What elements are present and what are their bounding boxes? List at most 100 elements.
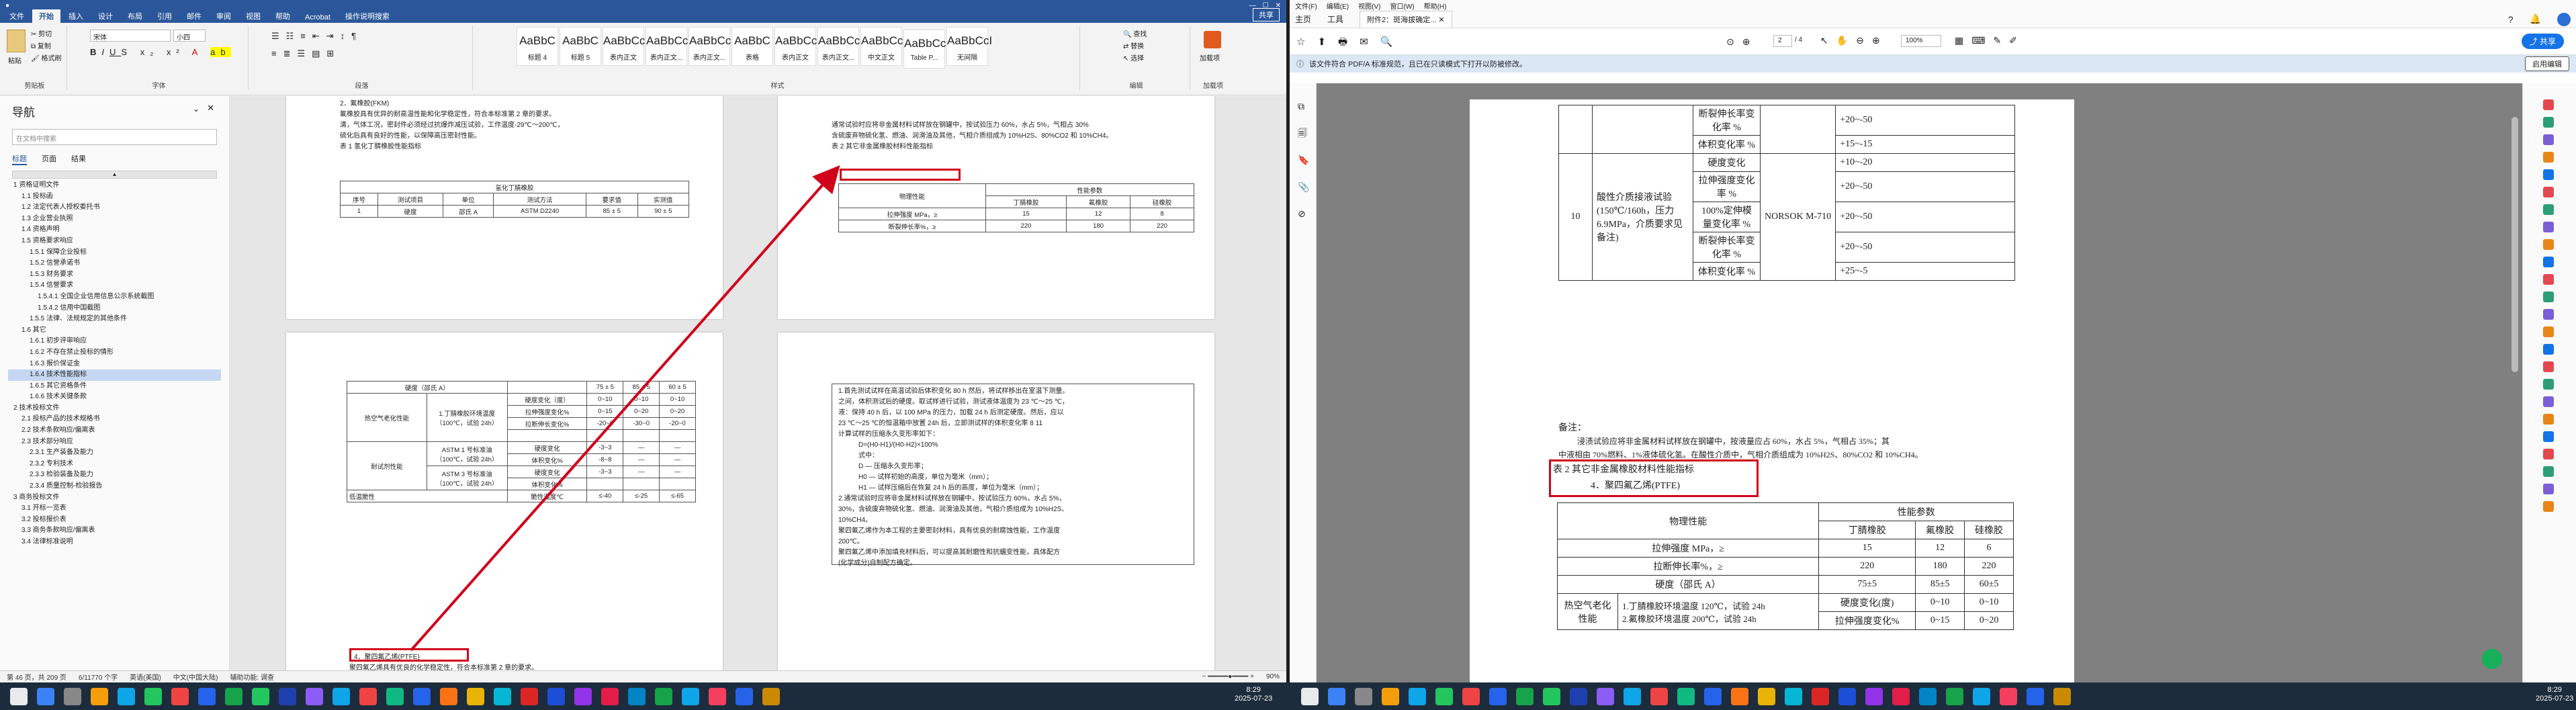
tool-icon[interactable] (2543, 379, 2554, 390)
status-zoom[interactable]: 90% (1266, 673, 1280, 680)
tool-icon[interactable] (2543, 414, 2554, 425)
tool-icon[interactable] (2543, 169, 2554, 180)
taskbar-app-icon[interactable] (628, 687, 646, 705)
view-tool-icons[interactable]: ↖✋⊖⊕ (1820, 35, 1888, 46)
taskbar-app-icon[interactable] (359, 687, 377, 705)
taskbar-app-icon[interactable] (413, 687, 431, 705)
assistant-icon[interactable] (2482, 649, 2502, 669)
clock-right[interactable]: 8:29 2025-07-23 (2536, 686, 2573, 703)
taskbar-app-icon[interactable] (1785, 687, 1802, 705)
tab-tools[interactable]: 工具 (1327, 13, 1343, 25)
tool-icon[interactable] (2543, 501, 2554, 512)
taskbar-app-icon[interactable] (1731, 687, 1748, 705)
taskbar-app-icon[interactable] (1946, 687, 1963, 705)
taskbar-app-icon[interactable] (709, 687, 726, 705)
taskbar-app-icon[interactable] (521, 687, 538, 705)
tool-icon[interactable] (2543, 396, 2554, 407)
tool-icon[interactable] (2543, 117, 2554, 128)
taskbar-app-icon[interactable] (1462, 687, 1480, 705)
taskbar-app-icon[interactable] (467, 687, 484, 705)
taskbar-app-icon[interactable] (386, 687, 404, 705)
taskbar-app-icon[interactable] (306, 687, 323, 705)
taskbar-app-icon[interactable] (1758, 687, 1775, 705)
taskbar-app-icon[interactable] (601, 687, 619, 705)
taskbar-app-icon[interactable] (1328, 687, 1345, 705)
tool-icon[interactable] (2543, 239, 2554, 250)
tool-icon[interactable] (2543, 257, 2554, 267)
clock-left[interactable]: 8:29 2025-07-23 (1235, 686, 1272, 703)
taskbar-app-icon[interactable] (1704, 687, 1722, 705)
taskbar-app-icon[interactable] (91, 687, 108, 705)
taskbar-app-icon[interactable] (2000, 687, 2017, 705)
taskbar-app-icon[interactable] (1489, 687, 1507, 705)
enable-editing-button[interactable]: 启用编辑 (2525, 56, 2569, 71)
taskbar-app-icon[interactable] (1355, 687, 1372, 705)
zoom-slider[interactable]: − ━━━━━●━━━━ + (1202, 673, 1254, 680)
taskbar-app-icon[interactable] (1409, 687, 1426, 705)
tool-icon[interactable] (2543, 204, 2554, 215)
zoom-select[interactable]: 100% (1901, 35, 1941, 47)
tool-icon[interactable] (2543, 292, 2554, 302)
taskbar-app-icon[interactable] (494, 687, 511, 705)
taskbar-app-icon[interactable] (1838, 687, 1856, 705)
taskbar-app-icon[interactable] (440, 687, 457, 705)
annotate-icons[interactable]: ▦⌨✎✐ (1955, 35, 2025, 46)
taskbar-app-icon[interactable] (171, 687, 189, 705)
menu-view[interactable]: 视图(V) (1358, 1, 1380, 11)
status-input[interactable]: 中文(中国大陆) (173, 672, 218, 682)
page-number-input[interactable]: 2 (1773, 35, 1792, 47)
taskbar-app-icon[interactable] (736, 687, 753, 705)
taskbar-app-icon[interactable] (198, 687, 216, 705)
taskbar-app-icon[interactable] (37, 687, 54, 705)
taskbar-app-icon[interactable] (225, 687, 242, 705)
taskbar-app-icon[interactable] (1812, 687, 1829, 705)
taskbar-app-icon[interactable] (1570, 687, 1587, 705)
tool-icon[interactable] (2543, 134, 2554, 145)
taskbar-app-icon[interactable] (547, 687, 565, 705)
tool-icon[interactable] (2543, 466, 2554, 477)
rail-icons[interactable]: ⧉ 🗐 🔖 📎 ⊘ (1290, 83, 1316, 236)
taskbar-app-icon[interactable] (279, 687, 296, 705)
tab-document[interactable]: 附件2：斑海拔确定... ✕ (1360, 11, 1452, 28)
taskbar-app-icon[interactable] (1973, 687, 1990, 705)
tool-icon[interactable] (2543, 222, 2554, 232)
help-icon[interactable]: ? (2508, 14, 2514, 25)
status-words[interactable]: 6/11770 个字 (79, 672, 118, 682)
tool-icon[interactable] (2543, 361, 2554, 372)
tool-icon[interactable] (2543, 152, 2554, 163)
page-nav-icons[interactable]: ⊙⊕ (1726, 36, 1758, 48)
taskbar-app-icon[interactable] (252, 687, 269, 705)
taskbar-app-icon[interactable] (762, 687, 780, 705)
start-icon[interactable] (1301, 687, 1319, 705)
menu-edit[interactable]: 编辑(E) (1327, 1, 1349, 11)
menu-help[interactable]: 帮助(H) (1424, 1, 1447, 11)
taskbar-app-icon[interactable] (1516, 687, 1534, 705)
taskbar-app-icon[interactable] (2053, 687, 2071, 705)
bell-icon[interactable]: 🔔 (2530, 13, 2541, 25)
taskbar-app-icon[interactable] (2027, 687, 2044, 705)
tool-icon[interactable] (2543, 326, 2554, 337)
taskbar-app-icon[interactable] (682, 687, 699, 705)
menu-window[interactable]: 窗口(W) (1390, 1, 1414, 11)
taskbar-app-icon[interactable] (1435, 687, 1453, 705)
tool-icon[interactable] (2543, 187, 2554, 197)
menu-file[interactable]: 文件(F) (1295, 1, 1317, 11)
tool-icon[interactable] (2543, 99, 2554, 110)
taskbar-app-icon[interactable] (574, 687, 592, 705)
tool-icon[interactable] (2543, 309, 2554, 320)
file-toolbar-icons[interactable]: ☆⬆🖶✉🔍 (1296, 35, 1405, 52)
taskbar-app-icon[interactable] (1624, 687, 1641, 705)
tab-home[interactable]: 主页 (1295, 13, 1311, 25)
status-accessibility[interactable]: 辅助功能: 调查 (230, 672, 274, 682)
taskbar-app-icon[interactable] (1919, 687, 1937, 705)
tool-icon[interactable] (2543, 274, 2554, 285)
tool-icon[interactable] (2543, 449, 2554, 459)
taskbar-app-icon[interactable] (1677, 687, 1695, 705)
start-icon[interactable] (10, 687, 28, 705)
taskbar-app-icon[interactable] (1382, 687, 1399, 705)
share-button[interactable]: ⤴ 共享 (2521, 34, 2564, 49)
status-page[interactable]: 第 46 页，共 209 页 (7, 672, 66, 682)
tool-icon[interactable] (2543, 344, 2554, 355)
taskbar-app-icon[interactable] (1543, 687, 1560, 705)
taskbar-app-icon[interactable] (1892, 687, 1910, 705)
